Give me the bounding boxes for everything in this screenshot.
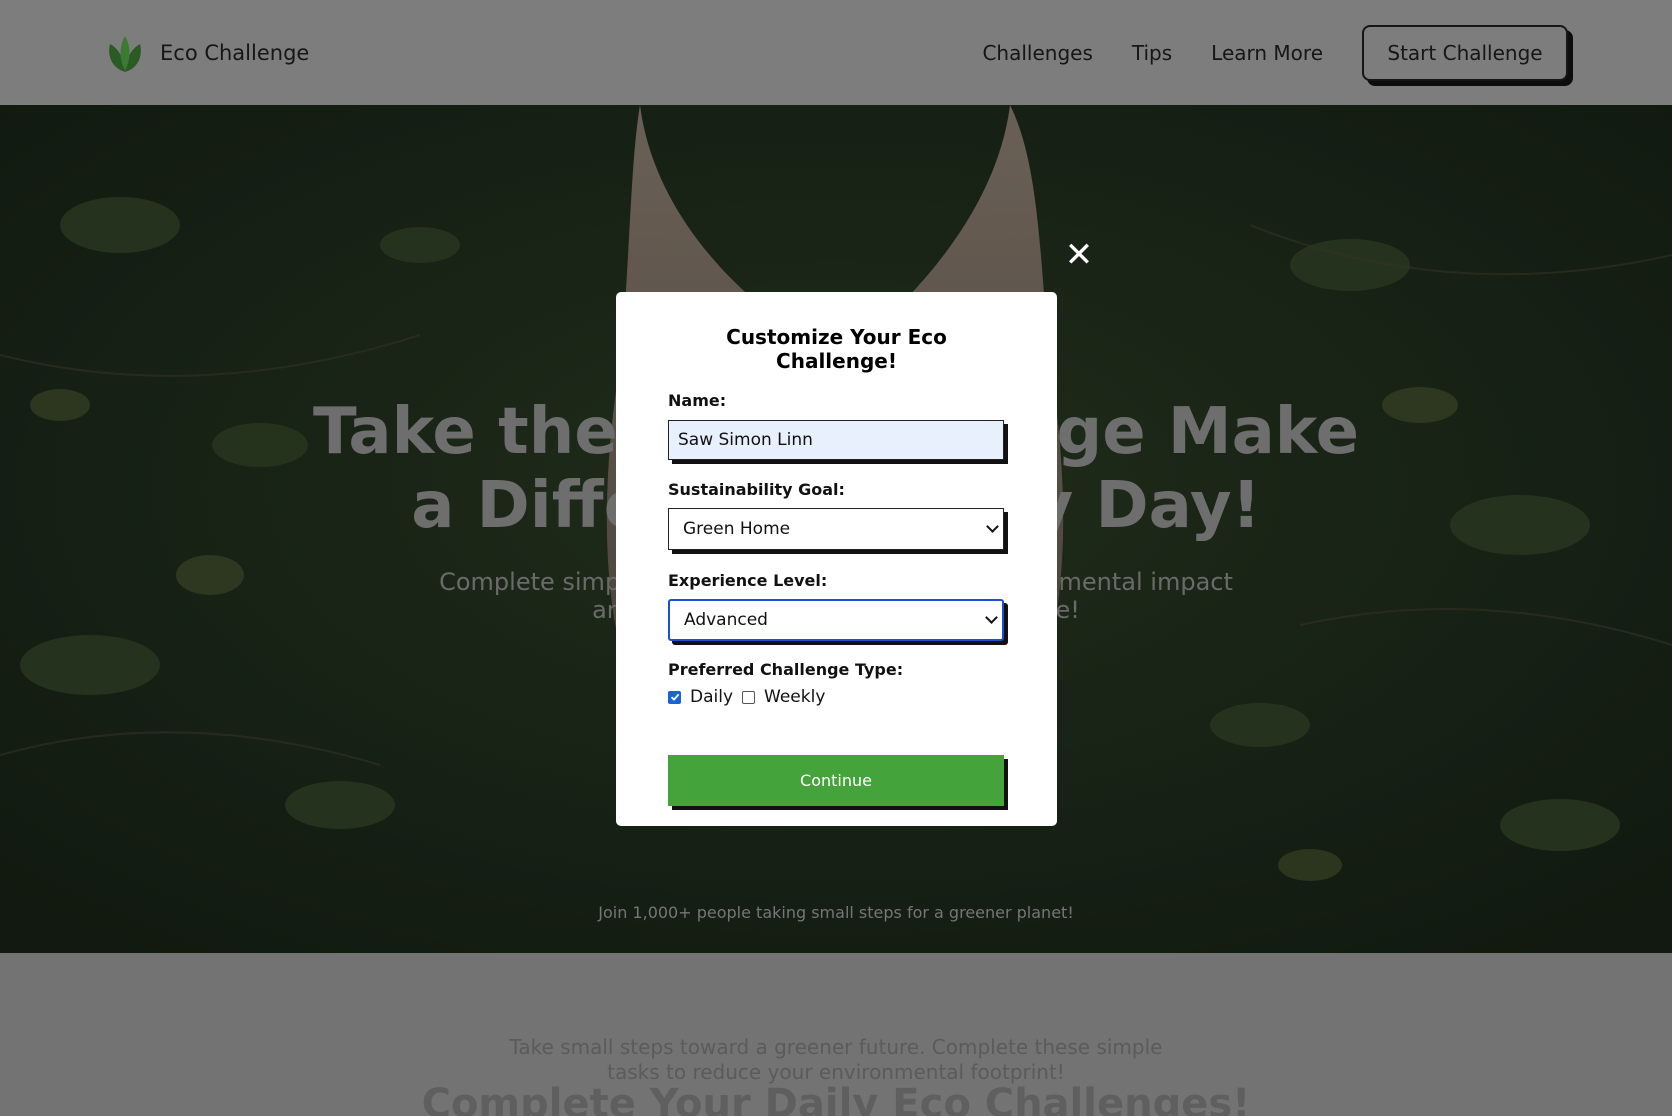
chevron-down-icon [986, 520, 999, 533]
goal-select-value: Green Home [683, 519, 791, 539]
hero-footnote: Join 1,000+ people taking small steps fo… [598, 903, 1074, 922]
continue-button[interactable]: Continue [668, 755, 1004, 806]
close-icon[interactable]: ✕ [1064, 238, 1094, 272]
challenge-type-options: Daily Weekly [668, 687, 1005, 707]
top-navbar: Eco Challenge Challenges Tips Learn More… [0, 0, 1672, 105]
daily-checkbox-label[interactable]: Daily [690, 687, 733, 707]
experience-select-value: Advanced [684, 610, 768, 630]
challenges-section: Take small steps toward a greener future… [0, 953, 1672, 1116]
weekly-checkbox[interactable] [742, 690, 756, 704]
leaf-logo-icon [109, 35, 141, 72]
nav-link-challenges[interactable]: Challenges [982, 41, 1092, 65]
modal-title: Customize Your Eco Challenge! [726, 325, 947, 373]
challenge-type-label: Preferred Challenge Type: [668, 660, 904, 679]
brand[interactable]: Eco Challenge [104, 32, 309, 74]
goal-select[interactable]: Green Home [668, 508, 1004, 550]
weekly-checkbox-label[interactable]: Weekly [764, 687, 825, 707]
nav-links: Challenges Tips Learn More Start Challen… [982, 24, 1568, 81]
nav-link-learn-more[interactable]: Learn More [1211, 41, 1323, 65]
chevron-down-icon [985, 611, 998, 624]
challenges-intro-line-1: Take small steps toward a greener future… [509, 1035, 1163, 1059]
goal-label: Sustainability Goal: [668, 480, 845, 499]
checkmark-icon [670, 693, 679, 701]
challenges-intro: Take small steps toward a greener future… [0, 1035, 1672, 1085]
start-challenge-button[interactable]: Start Challenge [1362, 24, 1568, 81]
experience-select[interactable]: Advanced [668, 599, 1004, 641]
daily-checkbox[interactable] [668, 690, 681, 704]
customize-modal: Customize Your Eco Challenge! Name: Sust… [616, 292, 1057, 826]
name-input[interactable] [668, 420, 1004, 460]
name-label: Name: [668, 391, 727, 410]
experience-label: Experience Level: [668, 571, 828, 590]
challenges-heading: Complete Your Daily Eco Challenges! [421, 1081, 1251, 1116]
nav-link-tips[interactable]: Tips [1132, 41, 1172, 65]
brand-name: Eco Challenge [160, 40, 310, 65]
